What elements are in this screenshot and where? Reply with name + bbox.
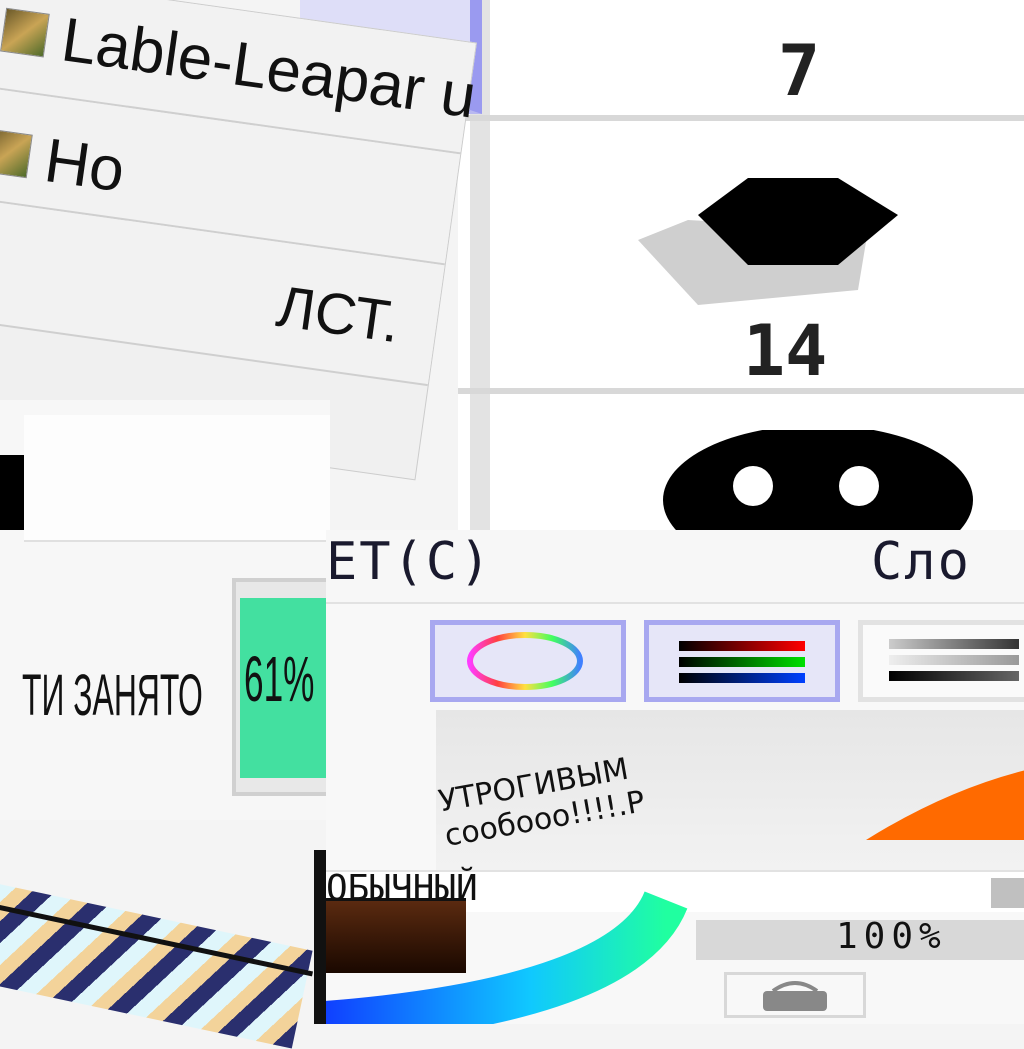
brush-shape-round-icon[interactable] <box>663 430 983 540</box>
color-wheel-button[interactable] <box>430 620 626 702</box>
hue-ring-icon[interactable] <box>326 890 706 1024</box>
memory-panel: ТИ ЗАНЯТО 61% <box>0 400 330 820</box>
document-thumbnail-icon <box>0 128 33 179</box>
blue-slider-icon <box>679 673 805 683</box>
gray-slider-icon <box>889 655 1019 665</box>
brush-size-label: 7 <box>778 30 821 112</box>
grayscale-sliders-button[interactable] <box>858 620 1024 702</box>
memory-meter: 61% <box>232 578 330 796</box>
brush-size-label: 14 <box>743 310 828 392</box>
lock-button[interactable] <box>724 972 866 1018</box>
brush-shape-flat-icon[interactable] <box>628 170 928 310</box>
green-slider-icon <box>679 657 805 667</box>
gray-slider-icon <box>889 671 1019 681</box>
red-slider-icon <box>679 641 805 651</box>
color-wheel-icon <box>467 632 583 690</box>
brush-preview-panel: 7 14 <box>458 0 1024 540</box>
opacity-value: 100% <box>836 916 947 957</box>
fragment-label: ЛСТ. <box>272 273 404 356</box>
scroll-thumb[interactable] <box>991 878 1024 908</box>
menu-bar: ЕТ(С) Сло <box>326 530 1024 604</box>
rgb-sliders-button[interactable] <box>644 620 840 702</box>
panel-divider <box>314 850 326 1024</box>
edge-marker <box>0 455 24 530</box>
divider <box>458 388 1024 394</box>
lock-icon <box>763 981 827 1011</box>
memory-label: ТИ ЗАНЯТО <box>22 663 203 728</box>
memory-value: 61% <box>244 643 315 715</box>
menu-color[interactable]: ЕТ(С) <box>326 532 493 592</box>
orange-swatch-icon[interactable] <box>856 760 1024 850</box>
divider <box>458 115 1024 121</box>
document-thumbnail-icon <box>0 7 50 58</box>
menu-layer[interactable]: Сло <box>871 532 971 592</box>
document-title: Ho <box>40 126 129 206</box>
panel-header <box>24 415 330 542</box>
gray-slider-icon <box>889 639 1019 649</box>
color-panel: ЕТ(С) Сло УТРОГИВЫМ сообооо!!!!.Р ОБЫЧНЫ… <box>326 530 1024 1024</box>
opacity-bar[interactable]: 100% <box>696 916 1024 960</box>
